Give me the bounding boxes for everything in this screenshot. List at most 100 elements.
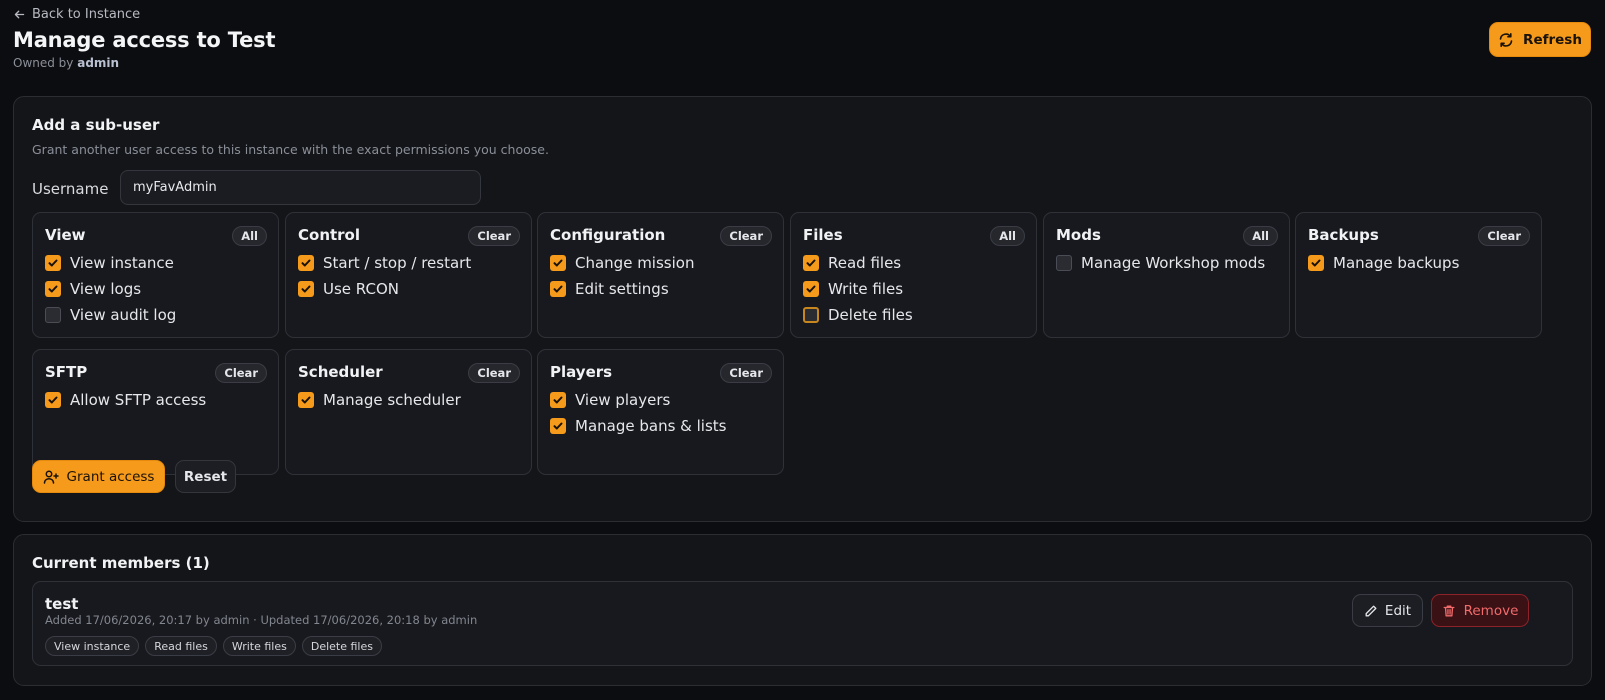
permission-card-control: Control Clear Start / stop / restart Use RC… (285, 212, 532, 338)
permission-edit-settings[interactable]: Edit settings (550, 280, 669, 298)
check-icon (553, 259, 563, 267)
permission-label: View players (575, 391, 671, 409)
permission-checkbox[interactable] (45, 307, 61, 323)
edit-label: Edit (1384, 602, 1412, 619)
permission-card-title: Players (550, 363, 613, 381)
owner-prefix: Owned by (13, 56, 74, 70)
permission-checkbox[interactable] (803, 281, 819, 297)
back-link-label: Back to Instance (32, 7, 141, 22)
permission-group-clear-button[interactable]: Clear (720, 363, 772, 383)
permission-checkbox[interactable] (1308, 255, 1324, 271)
permission-checkbox[interactable] (1056, 255, 1072, 271)
permission-label: View instance (70, 254, 174, 272)
permission-card-view: View All View instance View logs View audit … (32, 212, 279, 338)
permission-tag: Read files (145, 636, 217, 656)
check-icon (48, 396, 58, 404)
current-members-panel: Current members (1) test Added 17/06/202… (13, 534, 1592, 686)
permission-card-title: Mods (1056, 226, 1101, 244)
permission-card-title: View (45, 226, 86, 244)
permission-group-clear-button[interactable]: Clear (468, 363, 520, 383)
permission-card-configuration: Configuration Clear Change mission Edit set… (537, 212, 784, 338)
permission-label: View audit log (70, 306, 177, 324)
check-icon (553, 285, 563, 293)
permission-card-title: Configuration (550, 226, 666, 244)
refresh-icon (1499, 32, 1513, 47)
permission-change-mission[interactable]: Change mission (550, 254, 694, 272)
permission-label: Read files (828, 254, 902, 272)
permission-group-clear-button[interactable]: Clear (720, 226, 772, 246)
permission-card-backups: Backups Clear Manage backups (1295, 212, 1542, 338)
permission-start-stop-restart[interactable]: Start / stop / restart (298, 254, 471, 272)
current-members-title: Current members (1) (32, 554, 210, 572)
permission-checkbox[interactable] (298, 392, 314, 408)
permission-read-files[interactable]: Read files (803, 254, 901, 272)
permission-manage-scheduler[interactable]: Manage scheduler (298, 391, 461, 409)
permission-checkbox[interactable] (550, 392, 566, 408)
permission-checkbox[interactable] (45, 255, 61, 271)
member-name: test (45, 595, 79, 613)
username-input[interactable] (120, 170, 481, 205)
permission-group-clear-button[interactable]: Clear (215, 363, 267, 383)
permission-checkbox[interactable] (550, 418, 566, 434)
permission-card-title: Control (298, 226, 361, 244)
permission-manage-bans-lists[interactable]: Manage bans & lists (550, 417, 726, 435)
refresh-label: Refresh (1523, 31, 1582, 48)
permission-manage-workshop-mods[interactable]: Manage Workshop mods (1056, 254, 1265, 272)
user-plus-icon (43, 470, 59, 484)
permission-label: Delete files (828, 306, 913, 324)
permission-delete-files[interactable]: Delete files (803, 306, 913, 324)
remove-label: Remove (1463, 602, 1519, 619)
reset-button[interactable]: Reset (175, 460, 236, 493)
permission-checkbox[interactable] (298, 255, 314, 271)
permission-group-clear-button[interactable]: Clear (468, 226, 520, 246)
check-icon (806, 285, 816, 293)
permission-card-players: Players Clear View players Manage bans & li… (537, 349, 784, 475)
permission-checkbox[interactable] (803, 307, 819, 323)
permission-group-all-button[interactable]: All (1243, 226, 1278, 246)
arrow-left-icon (14, 10, 25, 19)
permission-checkbox[interactable] (550, 255, 566, 271)
refresh-button[interactable]: Refresh (1489, 22, 1591, 57)
permission-manage-backups[interactable]: Manage backups (1308, 254, 1459, 272)
permission-view-audit-log[interactable]: View audit log (45, 306, 176, 324)
check-icon (48, 259, 58, 267)
back-to-instance-link[interactable]: Back to Instance (13, 7, 140, 22)
check-icon (48, 285, 58, 293)
permission-card-title: Backups (1308, 226, 1379, 244)
remove-member-button[interactable]: Remove (1431, 594, 1529, 627)
permission-card-sftp: SFTP Clear Allow SFTP access (32, 349, 279, 475)
grant-access-label: Grant access (66, 468, 155, 485)
add-subuser-title: Add a sub-user (32, 116, 160, 134)
permission-label: Start / stop / restart (323, 254, 472, 272)
permission-checkbox[interactable] (45, 281, 61, 297)
permission-card-title: SFTP (45, 363, 88, 381)
permission-label: View logs (70, 280, 142, 298)
trash-icon (1443, 605, 1455, 616)
permission-label: Allow SFTP access (70, 391, 207, 409)
permission-checkbox[interactable] (45, 392, 61, 408)
owner-line: Owned by admin (13, 56, 119, 70)
permission-card-files: Files All Read files Write files Delete file… (790, 212, 1037, 338)
permission-label: Manage Workshop mods (1081, 254, 1266, 272)
permission-checkbox[interactable] (550, 281, 566, 297)
permission-view-players[interactable]: View players (550, 391, 670, 409)
edit-member-button[interactable]: Edit (1352, 594, 1423, 627)
permission-group-all-button[interactable]: All (232, 226, 267, 246)
permission-allow-sftp-access[interactable]: Allow SFTP access (45, 391, 206, 409)
permission-label: Manage bans & lists (575, 417, 727, 435)
permission-view-instance[interactable]: View instance (45, 254, 174, 272)
permission-write-files[interactable]: Write files (803, 280, 903, 298)
permission-group-all-button[interactable]: All (990, 226, 1025, 246)
permission-tag: Write files (222, 636, 296, 656)
permission-checkbox[interactable] (803, 255, 819, 271)
permission-group-clear-button[interactable]: Clear (1478, 226, 1530, 246)
member-meta: Added 17/06/2026, 20:17 by admin · Updat… (45, 613, 478, 627)
grant-access-button[interactable]: Grant access (32, 460, 165, 493)
permission-view-logs[interactable]: View logs (45, 280, 141, 298)
pencil-icon (1365, 605, 1377, 616)
permission-card-title: Scheduler (298, 363, 383, 381)
check-icon (301, 285, 311, 293)
permission-checkbox[interactable] (298, 281, 314, 297)
permission-use-rcon[interactable]: Use RCON (298, 280, 399, 298)
username-label: Username (32, 180, 109, 198)
